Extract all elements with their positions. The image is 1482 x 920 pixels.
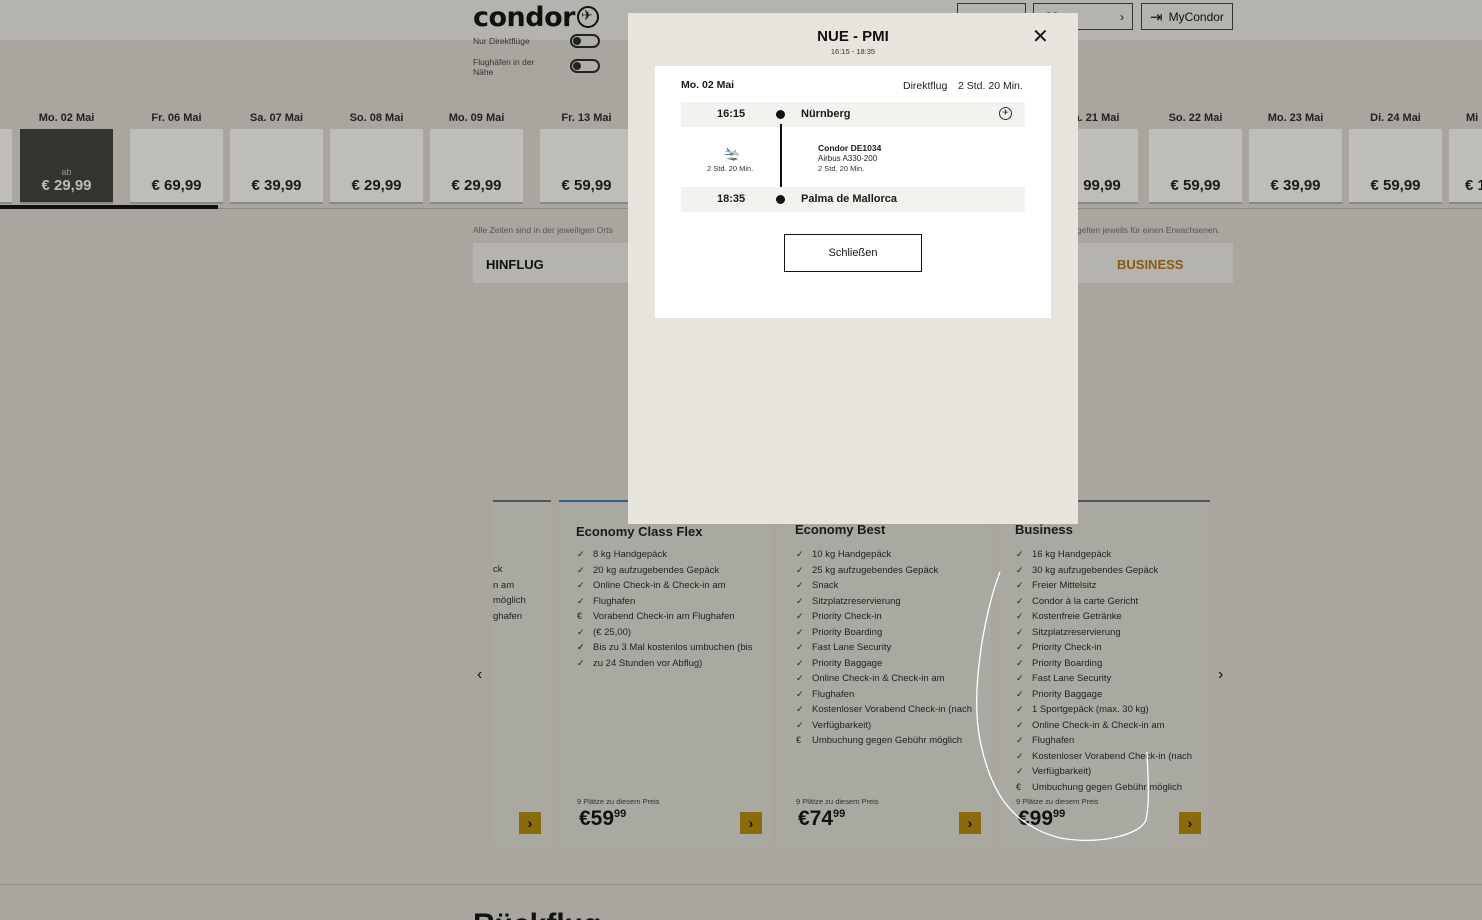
annotation-stroke [976, 571, 1150, 841]
departure-city: Nürnberg [801, 108, 851, 120]
modal-subtitle: 16:15 - 18:35 [830, 47, 876, 56]
aircraft-type: Airbus A330-200 [818, 154, 878, 163]
timeline-dot [776, 110, 785, 119]
departure-row: 16:15 Nürnberg ✈ [681, 102, 1025, 127]
arrival-city: Palma de Mallorca [801, 193, 897, 205]
arrival-time: 18:35 [717, 193, 746, 205]
departure-time: 16:15 [717, 108, 746, 120]
direct-flight-label: Direktflug [903, 80, 948, 92]
arrival-row: 18:35 Palma de Mallorca [681, 187, 1025, 212]
close-icon[interactable]: ✕ [1032, 27, 1049, 47]
flight-details-panel: Mo. 02 Mai Direktflug 2 Std. 20 Min. 16:… [655, 66, 1051, 318]
close-button[interactable]: Schließen [784, 234, 922, 272]
total-duration: 2 Std. 20 Min. [958, 80, 1023, 92]
plane-landing-icon: 🛬 [724, 146, 741, 161]
timeline-dot [776, 195, 785, 204]
flight-details-modal: NUE - PMI 16:15 - 18:35 ✕ Mo. 02 Mai Dir… [628, 13, 1078, 524]
flight-date: Mo. 02 Mai [681, 79, 735, 91]
flight-duration: 2 Std. 20 Min. [818, 164, 865, 173]
segment-duration: 2 Std. 20 Min. [707, 164, 754, 173]
flight-number: Condor DE1034 [818, 143, 882, 153]
condor-airline-icon: ✈ [999, 107, 1012, 120]
modal-title: NUE - PMI [817, 28, 889, 45]
